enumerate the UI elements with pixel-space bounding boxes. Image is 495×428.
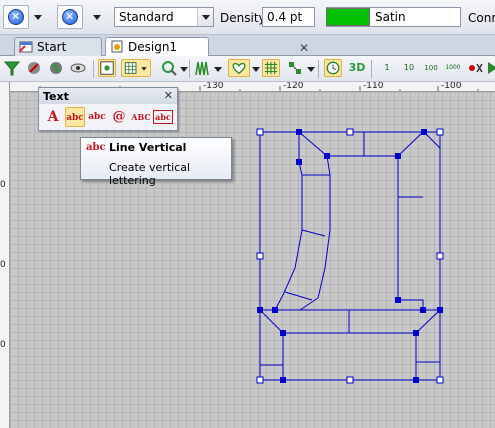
grid-view-icon[interactable] [121,59,151,77]
boxed-text-icon[interactable]: abc [153,110,173,124]
ruler-label: -120 [283,82,304,91]
vertical-ruler: 0 0 0 [0,82,10,428]
filter-icon[interactable] [3,59,21,77]
ruler-label: 0 [0,180,6,190]
tab-design1-label: Design1 [128,40,178,54]
step100-icon[interactable]: 100 [422,59,440,77]
ruler-label: 0 [0,340,6,350]
abc-text-icon[interactable]: ABC [131,107,151,127]
text-palette[interactable]: Text ✕ A abc abc @ ABC abc [38,87,178,131]
move-icon[interactable] [286,59,304,77]
tooltip-description: Create vertical lettering [109,161,191,187]
text-a-icon[interactable]: A [43,107,63,127]
stitch-style-value: Standard [119,10,174,24]
connection-label: Conn [468,11,495,25]
stop-icon[interactable] [466,59,484,77]
tab-start-page[interactable]: Start Page [14,37,102,68]
needle-icon-2[interactable] [47,59,65,77]
view-icon[interactable] [69,59,87,77]
toolbar-separator [318,60,319,78]
tooltip: abc Line Vertical Create vertical letter… [80,137,232,187]
tooltip-title: Line Vertical [109,141,187,154]
start-page-icon [19,41,33,53]
zoom-dropdown-icon[interactable] [180,67,188,72]
text-palette-title: Text [43,90,69,103]
stop-mode-button[interactable] [3,5,29,29]
density-value: 0.4 pt [267,10,303,24]
circle-text-icon[interactable]: @ [109,107,129,127]
property-toolbar: Standard Density: 0.4 pt Satin Conn [0,0,495,35]
stop-mode-dropdown-icon[interactable] [34,15,42,20]
toolbar-separator [371,60,372,78]
heart-dropdown-icon[interactable] [252,67,260,72]
zoom-icon[interactable] [160,59,178,77]
toolbar-separator [189,60,190,78]
selection-handles[interactable] [256,128,444,384]
move-dropdown-icon[interactable] [307,67,315,72]
ruler-label: -100 [441,82,462,91]
ruler-label: -130 [203,82,224,91]
close-icon[interactable]: ✕ [164,89,173,102]
trim-mode-button[interactable] [57,5,83,29]
design-file-icon [111,40,123,53]
arc-text-icon[interactable]: abc [87,107,107,127]
heart-icon[interactable] [228,59,250,77]
density-field[interactable]: 0.4 pt [262,7,315,27]
step1-icon[interactable]: 1 [378,59,396,77]
ruler-label: 0 [0,260,6,270]
3d-icon[interactable]: 3D [347,59,367,77]
stitch-icon[interactable] [194,59,212,77]
tab-design1[interactable]: Design1 ✕ [105,37,309,57]
text-palette-titlebar[interactable]: Text ✕ [39,88,177,104]
clock-icon[interactable] [324,59,342,77]
needle-icon[interactable] [25,59,43,77]
main-toolbar: 3D 1 10 100 1000 [0,56,495,82]
toolbar-separator [93,60,94,78]
step1000-icon[interactable]: 1000 [444,59,462,77]
line-vertical-icon: abc [86,142,106,153]
stop-circle-icon [8,9,24,25]
step10-icon[interactable]: 10 [400,59,418,77]
chevron-down-icon[interactable] [197,8,213,26]
fill-color-swatch[interactable] [326,8,370,26]
trim-mode-dropdown-icon[interactable] [93,15,101,20]
stitch-style-select[interactable]: Standard [114,7,214,27]
fill-type-value: Satin [375,10,406,24]
document-tabs: Start Page Design1 ✕ [0,35,495,68]
hoop-grid-icon[interactable] [262,59,280,77]
line-vertical-icon[interactable]: abc [65,107,85,127]
select-text-icon[interactable] [98,59,116,77]
ruler-label: -110 [363,82,384,91]
design-outline [259,131,441,381]
play-icon[interactable] [485,59,495,77]
trim-circle-icon [62,9,78,25]
close-icon[interactable]: ✕ [299,41,309,55]
stitch-dropdown-icon[interactable] [214,67,222,72]
